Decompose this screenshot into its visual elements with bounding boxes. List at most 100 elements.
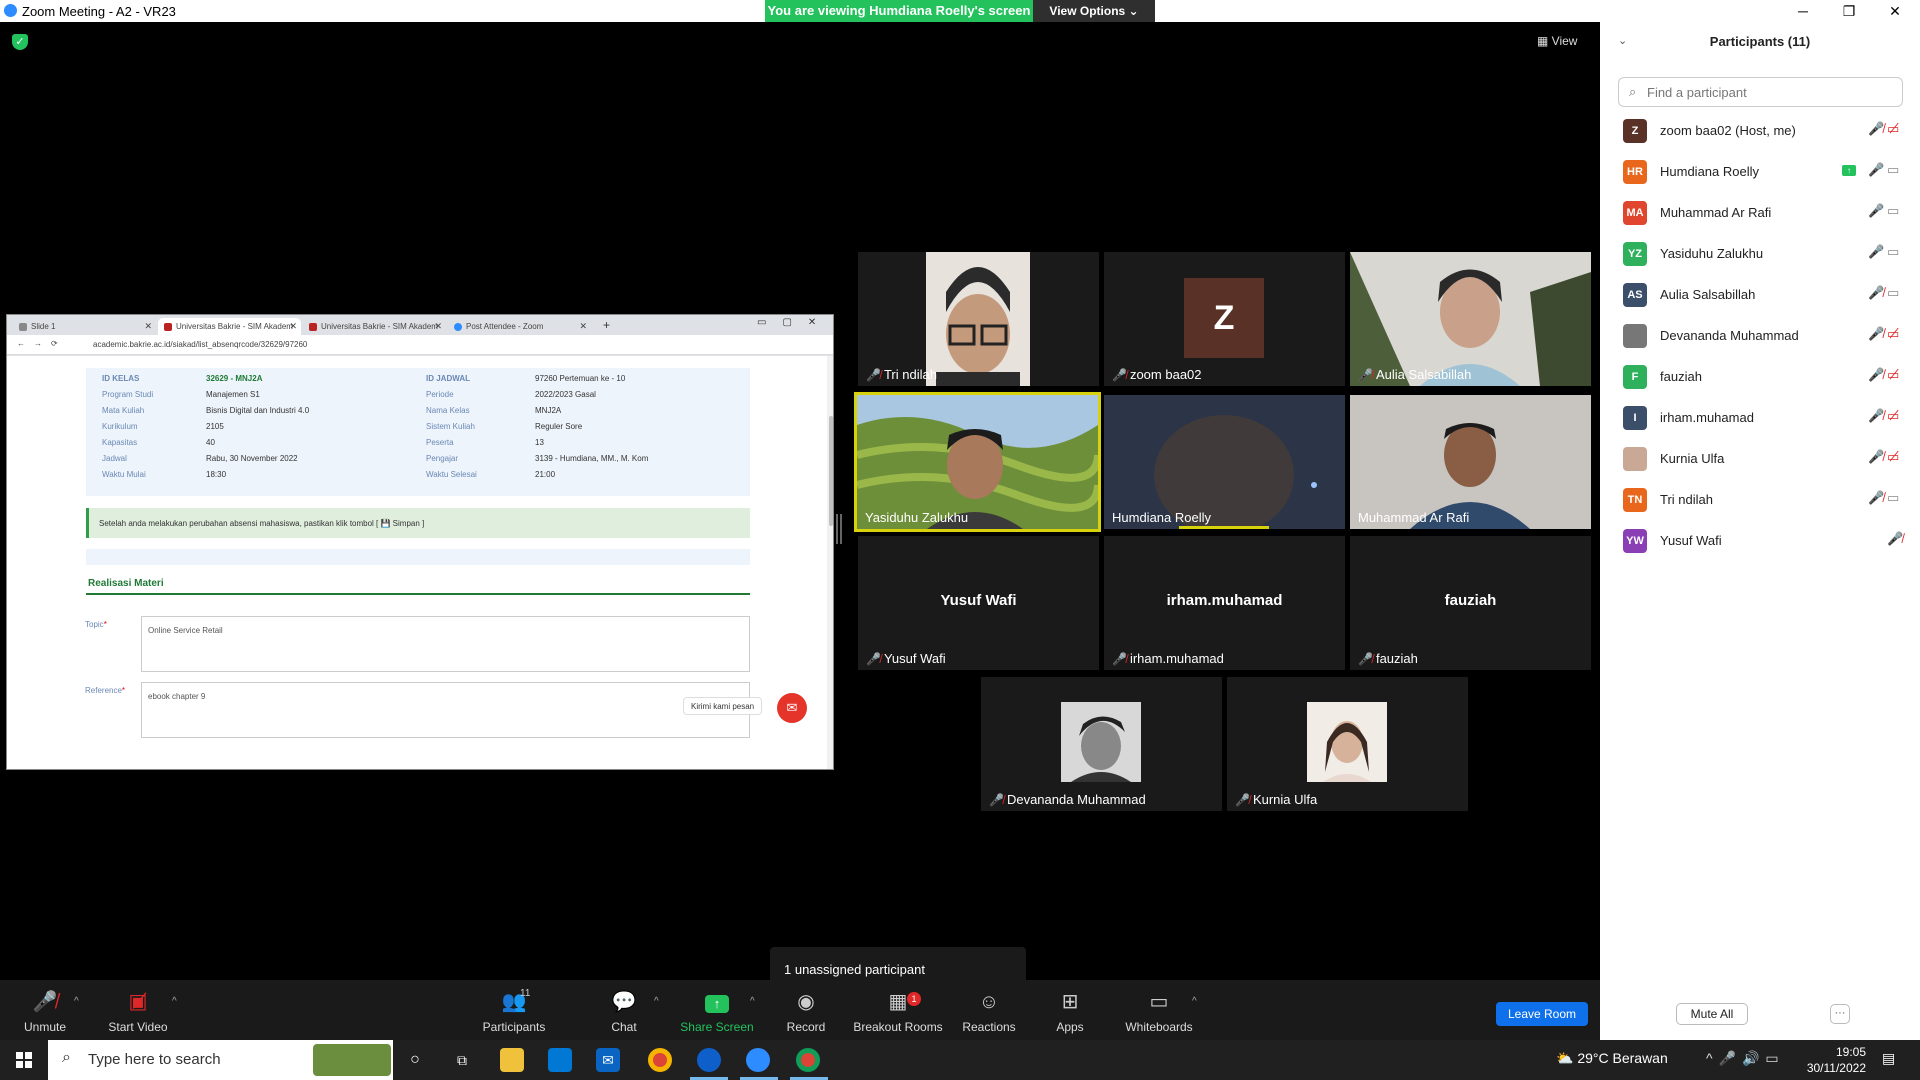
mic-icon[interactable]: 🎤 xyxy=(1868,203,1884,219)
browser-tab[interactable]: Slide 1 ✕ xyxy=(13,318,156,335)
muted-mic-icon[interactable]: 🎤̸ xyxy=(1868,490,1884,506)
reactions-button[interactable]: ☺ Reactions xyxy=(944,990,1034,1034)
scrollbar-thumb[interactable] xyxy=(829,416,833,526)
chrome-icon[interactable] xyxy=(648,1048,672,1072)
ms-store-icon[interactable] xyxy=(548,1048,572,1072)
muted-mic-icon[interactable]: 🎤̸ xyxy=(1868,121,1884,137)
security-shield-icon[interactable]: ✓ xyxy=(12,34,28,50)
participant-row[interactable]: Ffauziah 🎤̸ ▭̸ xyxy=(1600,357,1920,398)
participant-row[interactable]: Iirham.muhamad 🎤̸ ▭̸ xyxy=(1600,398,1920,439)
muted-mic-icon[interactable]: 🎤̸ xyxy=(1868,408,1884,424)
taskbar-search-input[interactable]: ⌕ Type here to search xyxy=(48,1040,393,1080)
participant-row[interactable]: YW Yusuf Wafi 🎤̸ xyxy=(1600,521,1920,562)
start-video-button[interactable]: ▣̸ Start Video xyxy=(93,990,183,1034)
task-view-icon[interactable]: ⧉ xyxy=(450,1048,474,1072)
participant-row[interactable]: Kurnia Ulfa 🎤̸ ▭̸ xyxy=(1600,439,1920,480)
share-screen-button[interactable]: ↑ Share Screen xyxy=(672,990,762,1034)
video-icon[interactable]: ▭ xyxy=(1887,203,1899,219)
close-button[interactable]: ✕ xyxy=(1872,0,1918,22)
minimize-button[interactable]: ─ xyxy=(1780,0,1826,22)
participant-row[interactable]: YZ Yasiduhu Zalukhu 🎤 ▭ xyxy=(1600,234,1920,275)
more-options-button[interactable]: ··· xyxy=(1830,1004,1850,1024)
weather-widget[interactable]: ⛅ 29°C Berawan xyxy=(1556,1050,1668,1067)
whiteboard-options-caret[interactable]: ^ xyxy=(1192,996,1197,1007)
participant-row[interactable]: Devananda Muhammad 🎤̸ ▭̸ xyxy=(1600,316,1920,357)
notification-icon[interactable]: ▤ xyxy=(1882,1050,1895,1067)
audio-options-caret[interactable]: ^ xyxy=(74,996,79,1007)
reference-field[interactable]: ebook chapter 9 xyxy=(141,682,750,738)
file-explorer-icon[interactable] xyxy=(500,1048,524,1072)
mail-icon[interactable]: ✉ xyxy=(596,1048,620,1072)
mute-all-button[interactable]: Mute All xyxy=(1676,1003,1748,1025)
topic-field[interactable]: Online Service Retail xyxy=(141,616,750,672)
muted-mic-icon[interactable]: 🎤̸ xyxy=(1887,531,1903,547)
muted-mic-icon[interactable]: 🎤̸ xyxy=(1868,449,1884,465)
participant-row[interactable]: Zzoom baa02 (Host, me) 🎤̸ ▭̸ xyxy=(1600,111,1920,152)
whiteboards-button[interactable]: ▭ Whiteboards xyxy=(1114,990,1204,1034)
apps-button[interactable]: ⊞ Apps xyxy=(1025,990,1115,1034)
participant-row[interactable]: MA Muhammad Ar Rafi 🎤 ▭ xyxy=(1600,193,1920,234)
participants-button[interactable]: 👥 11 Participants xyxy=(469,988,559,1034)
video-off-icon[interactable]: ▭̸ xyxy=(1887,408,1899,424)
video-tile[interactable]: Muhammad Ar Rafi xyxy=(1350,395,1591,529)
participant-search-input[interactable]: ⌕ Find a participant xyxy=(1618,77,1903,107)
chat-widget-icon[interactable]: ✉ xyxy=(777,693,807,723)
tab-close-icon[interactable]: ✕ xyxy=(579,321,587,332)
leave-room-button[interactable]: Leave Room xyxy=(1496,1002,1588,1026)
chat-options-caret[interactable]: ^ xyxy=(654,996,659,1007)
mic-icon[interactable]: 🎤 xyxy=(1868,162,1884,178)
participant-row[interactable]: TN Tri ndilah 🎤̸ ▭ xyxy=(1600,480,1920,521)
new-tab-button[interactable]: + xyxy=(603,318,610,332)
video-tile-active-speaker[interactable]: Yasiduhu Zalukhu xyxy=(854,392,1101,532)
video-options-caret[interactable]: ^ xyxy=(172,996,177,1007)
windows-start-icon[interactable] xyxy=(16,1052,32,1068)
chrome-profile-icon[interactable] xyxy=(796,1048,820,1072)
video-icon[interactable]: ▭ xyxy=(1887,162,1899,178)
record-button[interactable]: ◉ Record xyxy=(761,990,851,1034)
video-tile[interactable]: 🎤̸ Devananda Muhammad xyxy=(981,677,1222,811)
muted-mic-icon[interactable]: 🎤̸ xyxy=(1868,367,1884,383)
video-tile[interactable]: 🎤̸ Aulia Salsabillah xyxy=(1350,252,1591,386)
browser-window-controls[interactable]: ▭▢✕ xyxy=(757,317,832,328)
split-view-handle[interactable] xyxy=(836,514,842,544)
breakout-rooms-button[interactable]: ▦ 1 Breakout Rooms xyxy=(852,990,944,1034)
video-tile[interactable]: Humdiana Roelly xyxy=(1104,395,1345,529)
view-options-button[interactable]: View Options ⌄ xyxy=(1033,0,1155,22)
view-button[interactable]: ▦ View xyxy=(1537,34,1589,54)
teamviewer-icon[interactable] xyxy=(697,1048,721,1072)
browser-tab[interactable]: Universitas Bakrie - SIM Akadem ✕ xyxy=(303,318,446,335)
video-tile[interactable]: irham.muhamad 🎤̸ irham.muhamad xyxy=(1104,536,1345,670)
mic-icon[interactable]: 🎤 xyxy=(1868,244,1884,260)
zoom-taskbar-icon[interactable] xyxy=(746,1048,770,1072)
participant-row[interactable]: HR Humdiana Roelly ↑ 🎤 ▭ xyxy=(1600,152,1920,193)
video-tile[interactable]: fauziah 🎤̸ fauziah xyxy=(1350,536,1591,670)
video-off-icon[interactable]: ▭̸ xyxy=(1887,121,1899,137)
video-icon[interactable]: ▭ xyxy=(1887,285,1899,301)
tab-close-icon[interactable]: ✕ xyxy=(434,321,442,332)
tab-close-icon[interactable]: ✕ xyxy=(144,321,152,332)
video-off-icon[interactable]: ▭̸ xyxy=(1887,367,1899,383)
cortana-icon[interactable]: ○ xyxy=(403,1048,427,1072)
browser-tab-active[interactable]: Universitas Bakrie - SIM Akadem ✕ xyxy=(158,318,301,335)
muted-mic-icon[interactable]: 🎤̸ xyxy=(1868,326,1884,342)
video-icon[interactable]: ▭ xyxy=(1887,244,1899,260)
taskbar-clock[interactable]: 19:05 30/11/2022 xyxy=(1790,1044,1866,1076)
address-bar[interactable]: ←→⟳ academic.bakrie.ac.id/siakad/list_ab… xyxy=(7,335,833,355)
shared-screen[interactable]: Slide 1 ✕ Universitas Bakrie - SIM Akadem… xyxy=(6,314,834,770)
browser-tab[interactable]: Post Attendee - Zoom ✕ xyxy=(448,318,591,335)
video-tile[interactable]: Z 🎤̸ zoom baa02 xyxy=(1104,252,1345,386)
video-off-icon[interactable]: ▭̸ xyxy=(1887,449,1899,465)
share-options-caret[interactable]: ^ xyxy=(750,996,755,1007)
participant-row[interactable]: AS Aulia Salsabillah 🎤̸ ▭ xyxy=(1600,275,1920,316)
browser-nav-icons[interactable]: ←→⟳ xyxy=(17,339,67,348)
page-scrollbar[interactable] xyxy=(827,356,833,769)
system-tray-icons[interactable]: ^🎤🔊▭ xyxy=(1706,1050,1785,1067)
video-off-icon[interactable]: ▭̸ xyxy=(1887,326,1899,342)
maximize-button[interactable]: ❐ xyxy=(1826,0,1872,22)
video-tile[interactable]: 🎤̸ Kurnia Ulfa xyxy=(1227,677,1468,811)
muted-mic-icon[interactable]: 🎤̸ xyxy=(1868,285,1884,301)
tab-close-icon[interactable]: ✕ xyxy=(289,321,297,332)
video-icon[interactable]: ▭ xyxy=(1887,490,1899,506)
video-tile[interactable]: 🎤̸ Tri ndilah xyxy=(858,252,1099,386)
video-tile[interactable]: Yusuf Wafi 🎤̸ Yusuf Wafi xyxy=(858,536,1099,670)
